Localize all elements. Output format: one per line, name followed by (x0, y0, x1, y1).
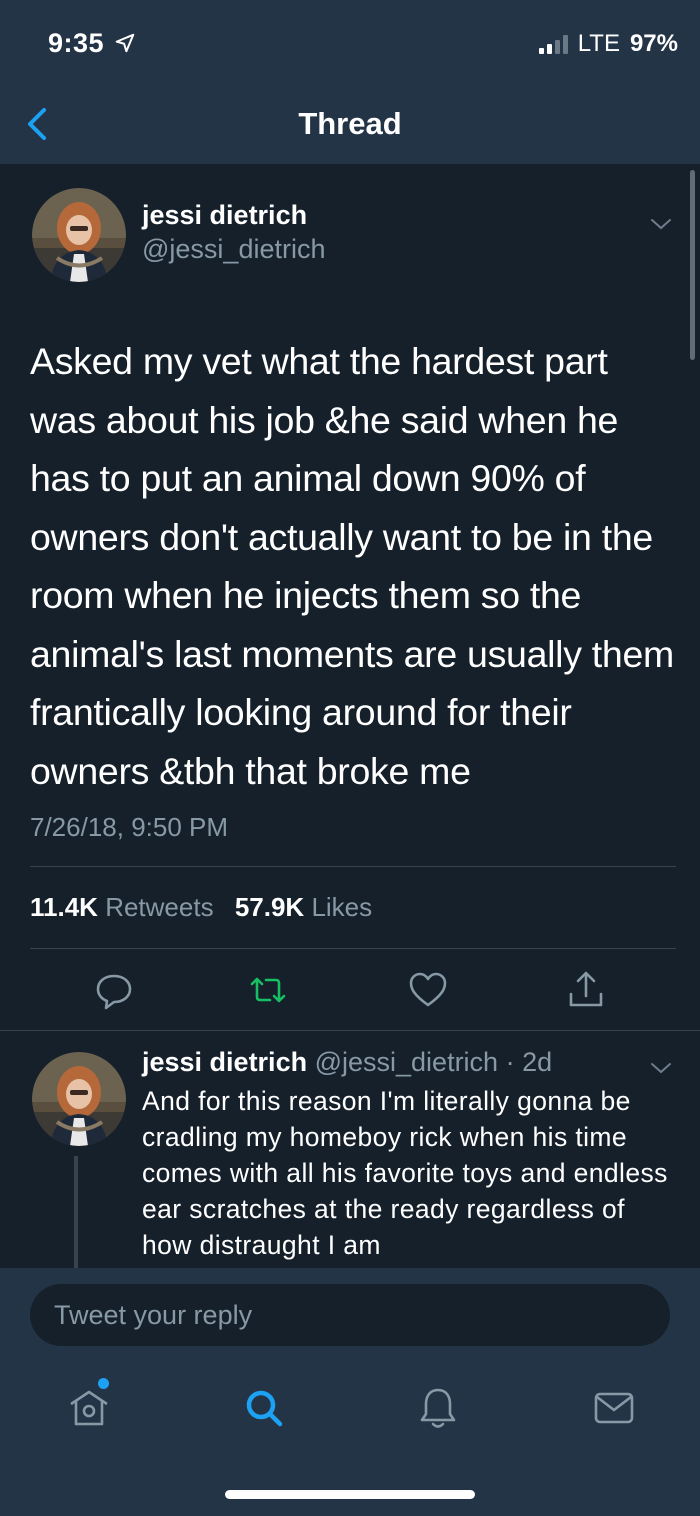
home-indicator (225, 1490, 475, 1499)
notifications-icon[interactable] (414, 1384, 462, 1432)
reply-age: 2d (522, 1047, 553, 1077)
reply-header: jessi dietrich @jessi_dietrich · 2d (142, 1047, 552, 1078)
retweet-icon[interactable] (246, 968, 290, 1012)
like-icon[interactable] (406, 968, 450, 1012)
bottom-bar (0, 1268, 700, 1516)
status-bar: 9:35 LTE 97% (0, 0, 700, 88)
likes-count[interactable]: 57.9K (235, 892, 304, 922)
page-title: Thread (298, 106, 402, 141)
divider (30, 948, 676, 949)
home-notification-dot (98, 1378, 109, 1389)
messages-icon[interactable] (590, 1384, 638, 1432)
tweet-text: Asked my vet what the hardest part was a… (30, 340, 674, 792)
reply-avatar[interactable] (32, 1052, 126, 1146)
reply-meta-separator: · (498, 1047, 523, 1077)
likes-label[interactable]: Likes (311, 892, 372, 922)
network-type: LTE (577, 30, 620, 57)
avatar[interactable] (32, 188, 126, 282)
share-icon[interactable] (564, 968, 608, 1012)
location-arrow-icon (115, 33, 135, 53)
divider (0, 1030, 700, 1031)
tweet-timestamp: 7/26/18, 9:50 PM (30, 812, 229, 842)
reply-author-handle[interactable]: @jessi_dietrich (315, 1047, 498, 1077)
status-indicators: LTE 97% (538, 30, 678, 58)
divider (30, 866, 676, 867)
home-icon[interactable] (65, 1384, 113, 1432)
retweets-label[interactable]: Retweets (105, 892, 213, 922)
author-display-name[interactable]: jessi dietrich (142, 200, 307, 231)
chevron-down-icon[interactable] (649, 216, 673, 232)
reply-input[interactable] (30, 1284, 670, 1346)
main-tweet: jessi dietrich @jessi_dietrich Asked my … (0, 164, 700, 1030)
reply-tweet-text: And for this reason I'm literally gonna … (142, 1086, 668, 1260)
search-icon[interactable] (240, 1384, 288, 1432)
signal-strength-icon (538, 34, 568, 54)
scrollbar[interactable] (690, 170, 695, 360)
retweets-count[interactable]: 11.4K (30, 892, 98, 922)
reply-author-display-name[interactable]: jessi dietrich (142, 1047, 307, 1077)
chevron-down-icon[interactable] (649, 1060, 673, 1076)
reply-icon[interactable] (92, 968, 136, 1012)
thread-connector-line (74, 1156, 78, 1268)
author-handle[interactable]: @jessi_dietrich (142, 234, 325, 265)
tweet-stats: 11.4K Retweets 57.9K Likes (30, 892, 386, 923)
status-time: 9:35 (48, 28, 105, 58)
battery-level: 97% (629, 30, 678, 57)
